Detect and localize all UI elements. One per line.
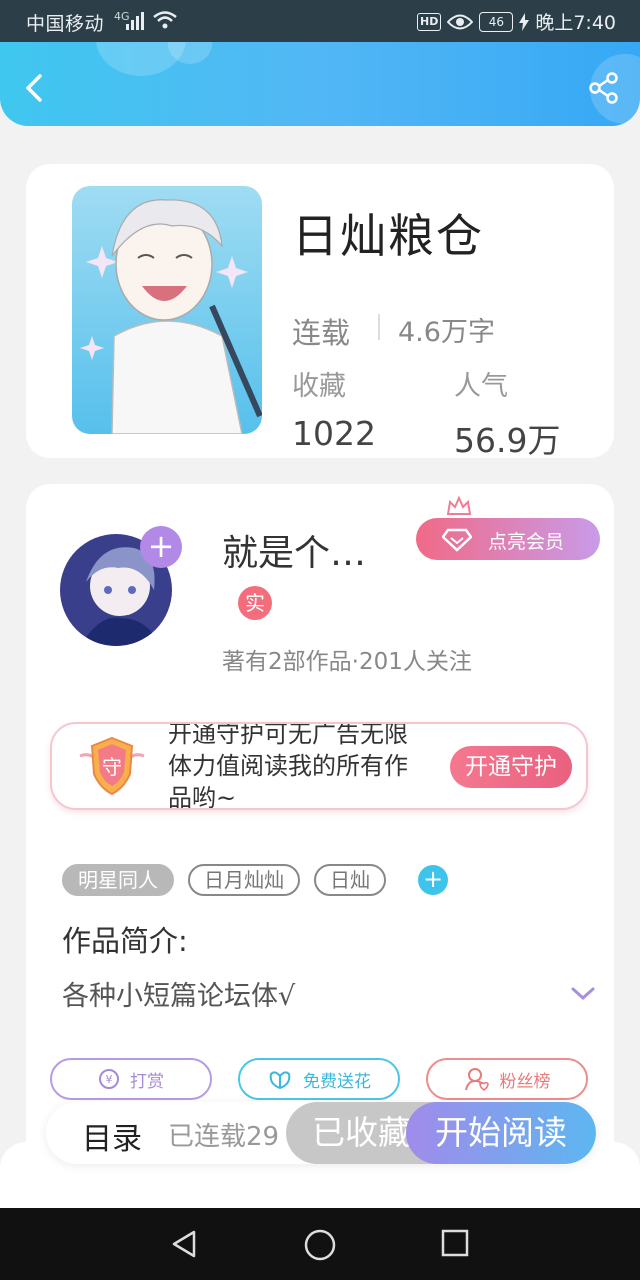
bottom-action-bar: 目录 已连载29 已收藏 开始阅读 (46, 1102, 596, 1164)
battery-icon: 46 (479, 11, 514, 32)
tag-item[interactable]: 明星同人 (62, 864, 174, 896)
status-bar: 中国移动 4G HD 46 晚上7:40 (0, 0, 640, 42)
follow-author-button[interactable]: + (140, 526, 182, 568)
back-chevron-icon (26, 74, 42, 102)
guard-banner[interactable]: 守 开通守护可无广告无限体力值阅读我的所有作品哟~ 开通守护 (50, 722, 588, 810)
popularity-label: 人气 (454, 371, 508, 402)
signal-icon (126, 12, 148, 30)
tag-item[interactable]: 日灿 (314, 864, 386, 896)
send-flower-button[interactable]: 免费送花 (238, 1058, 400, 1100)
nav-recents-icon[interactable] (440, 1228, 470, 1258)
serial-status: 连载 (292, 316, 351, 350)
wifi-icon (153, 11, 177, 29)
clock: 晚上7:40 (535, 12, 616, 34)
book-info-card: 日灿粮仓 连载 4.6万字 收藏 人气 1022 56.9万 (26, 164, 614, 460)
tip-label: 打赏 (130, 1071, 164, 1092)
guard-shield-icon: 守 (79, 736, 145, 796)
activate-vip-button[interactable]: 点亮会员 (416, 496, 600, 560)
share-icon (589, 72, 618, 104)
nav-back-icon[interactable] (168, 1228, 200, 1260)
serial-progress: 已连载29 (168, 1122, 280, 1152)
cover-illustration (72, 186, 262, 434)
book-title: 日灿粮仓 (292, 209, 484, 263)
intro-text: 各种小短篇论坛体√ (62, 981, 296, 1012)
back-button[interactable] (16, 70, 52, 106)
share-button[interactable] (586, 70, 622, 106)
popularity-count: 56.9万 (454, 421, 561, 460)
open-guard-button[interactable]: 开通守护 (450, 746, 572, 788)
nav-home-icon[interactable] (303, 1228, 337, 1262)
divider (378, 314, 380, 340)
action-row: ¥ 打赏 免费送花 粉丝榜 (50, 1058, 590, 1100)
vip-label: 点亮会员 (488, 531, 565, 553)
flower-icon (269, 1071, 291, 1090)
top-header (0, 42, 640, 126)
add-tag-button[interactable]: + (418, 865, 448, 895)
favorites-count: 1022 (292, 414, 376, 453)
author-stats: 著有2部作品·201人关注 (222, 649, 472, 675)
coin-icon: ¥ (99, 1069, 119, 1089)
charging-icon (519, 12, 530, 31)
fan-ranking-button[interactable]: 粉丝榜 (426, 1058, 588, 1100)
tag-list: 明星同人 日月灿灿 日灿 + (62, 864, 448, 896)
intro-title: 作品简介: (62, 924, 188, 958)
fans-label: 粉丝榜 (499, 1071, 551, 1092)
guard-description: 开通守护可无广告无限体力值阅读我的所有作品哟~ (168, 722, 408, 810)
guard-shield-text: 守 (102, 755, 122, 779)
svg-text:¥: ¥ (106, 1073, 113, 1086)
word-count: 4.6万字 (398, 317, 495, 348)
diamond-icon (442, 528, 472, 552)
tip-button[interactable]: ¥ 打赏 (50, 1058, 212, 1100)
author-name[interactable]: 就是个… (222, 524, 366, 576)
expand-chevron-icon[interactable] (570, 986, 596, 1002)
fan-user-icon (464, 1068, 489, 1091)
hd-icon: HD (416, 12, 442, 31)
verified-badge: 实 (238, 586, 272, 620)
favorites-label: 收藏 (292, 371, 346, 402)
toc-button[interactable]: 目录 (82, 1114, 142, 1158)
tag-item[interactable]: 日月灿灿 (188, 864, 300, 896)
book-cover[interactable] (72, 186, 262, 434)
start-reading-button[interactable]: 开始阅读 (406, 1102, 596, 1164)
carrier-label: 中国移动 (26, 13, 105, 35)
crown-icon (446, 496, 472, 515)
eye-icon (447, 14, 474, 29)
flower-label: 免费送花 (303, 1071, 371, 1092)
system-nav-bar (0, 1208, 640, 1280)
